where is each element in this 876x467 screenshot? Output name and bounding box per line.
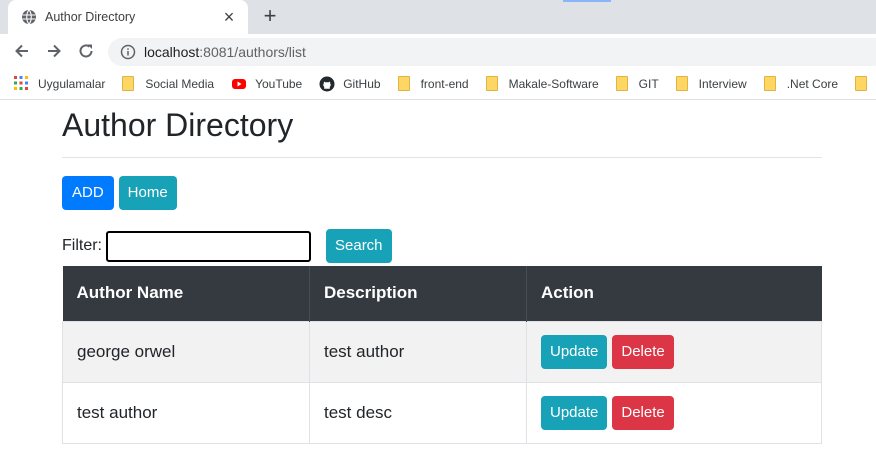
page-title: Author Directory [62, 107, 294, 143]
bookmark-git[interactable]: GIT [615, 76, 659, 91]
browser-toolbar: localhost:8081/authors/list [0, 34, 876, 68]
folder-icon [763, 76, 776, 91]
bookmark-github[interactable]: GitHub [319, 76, 381, 92]
browser-tab[interactable]: Author Directory × [8, 0, 248, 34]
action-button-row: ADD Home [62, 176, 822, 210]
folder-icon [855, 76, 868, 91]
tab-close-icon[interactable]: × [220, 8, 238, 26]
bookmark-label: .Net Core [786, 76, 839, 91]
update-button[interactable]: Update [541, 395, 608, 430]
url-text: localhost:8081/authors/list [144, 44, 306, 60]
new-tab-button[interactable]: + [258, 5, 282, 29]
back-button[interactable] [10, 39, 34, 63]
update-button[interactable]: Update [541, 334, 608, 369]
table-row: george orwel test author Update Delete [62, 320, 822, 383]
bookmarks-bar: Uygulamalar Social Media YouTube GitHub … [0, 68, 876, 100]
bookmark-front-end[interactable]: front-end [397, 76, 469, 91]
url-path: :8081/authors/list [199, 44, 306, 60]
arrow-left-icon [15, 44, 28, 58]
table-row: test author test desc Update Delete [62, 381, 822, 444]
bookmark-makale-software[interactable]: Makale-Software [485, 76, 599, 91]
apps-grid-icon [14, 75, 30, 92]
bookmark-social-media[interactable]: Social Media [122, 76, 214, 91]
address-bar[interactable]: localhost:8081/authors/list [108, 38, 876, 66]
bookmark-label: GIT [638, 76, 659, 91]
url-host: localhost [144, 44, 200, 60]
youtube-icon [231, 76, 247, 92]
github-icon [319, 76, 335, 92]
action-cell: Update Delete [526, 320, 822, 383]
folder-icon [485, 76, 498, 91]
bookmark-label: Social Media [145, 76, 215, 91]
arrow-right-icon [48, 44, 61, 58]
bookmark-label: GitHub [343, 76, 381, 91]
bookmark-label: front-end [420, 76, 469, 91]
delete-button[interactable]: Delete [612, 395, 674, 430]
title-divider [62, 157, 822, 158]
bookmark-label: Uygulamalar [38, 76, 106, 91]
header-action: Action [526, 266, 822, 321]
description-cell: test author [309, 320, 527, 383]
search-button[interactable]: Search [326, 229, 392, 263]
bookmark-youtube[interactable]: YouTube [231, 76, 302, 92]
authors-table: Author Name Description Action george or… [62, 266, 822, 444]
bookmark-label: YouTube [255, 76, 303, 91]
info-icon[interactable] [120, 44, 136, 60]
reload-button[interactable] [74, 39, 98, 63]
browser-tabstrip: Author Directory × + [0, 0, 876, 34]
reload-icon [79, 44, 93, 58]
page-content: Author Directory ADD Home Filter: Search… [62, 100, 822, 444]
filter-label: Filter: [62, 237, 102, 254]
bookmark-net-core[interactable]: .Net Core [763, 76, 839, 91]
bookmark-apps[interactable]: Uygulamalar [14, 75, 106, 92]
bookmark-label: Makale-Software [508, 76, 599, 91]
bookmark-label: Interview [698, 76, 747, 91]
description-cell: test desc [309, 381, 527, 444]
author-name-cell: george orwel [62, 320, 310, 383]
folder-icon [675, 76, 688, 91]
header-author-name: Author Name [62, 266, 310, 321]
bookmark-overflow-folder[interactable] [855, 76, 876, 91]
home-button[interactable]: Home [118, 176, 177, 210]
folder-icon [397, 76, 410, 91]
add-button[interactable]: ADD [62, 176, 114, 210]
globe-icon [21, 9, 37, 25]
action-cell: Update Delete [526, 381, 822, 444]
folder-icon [122, 76, 135, 91]
header-description: Description [309, 266, 527, 321]
delete-button[interactable]: Delete [612, 334, 674, 369]
forward-button[interactable] [42, 39, 66, 63]
bookmark-interview[interactable]: Interview [675, 76, 747, 91]
folder-icon [615, 76, 628, 91]
author-name-cell: test author [62, 381, 310, 444]
tabstrip-accent [563, 0, 611, 2]
filter-input[interactable] [106, 230, 311, 262]
tab-title: Author Directory [45, 10, 136, 24]
table-header-row: Author Name Description Action [62, 266, 822, 321]
filter-row: Filter: Search [62, 229, 822, 263]
